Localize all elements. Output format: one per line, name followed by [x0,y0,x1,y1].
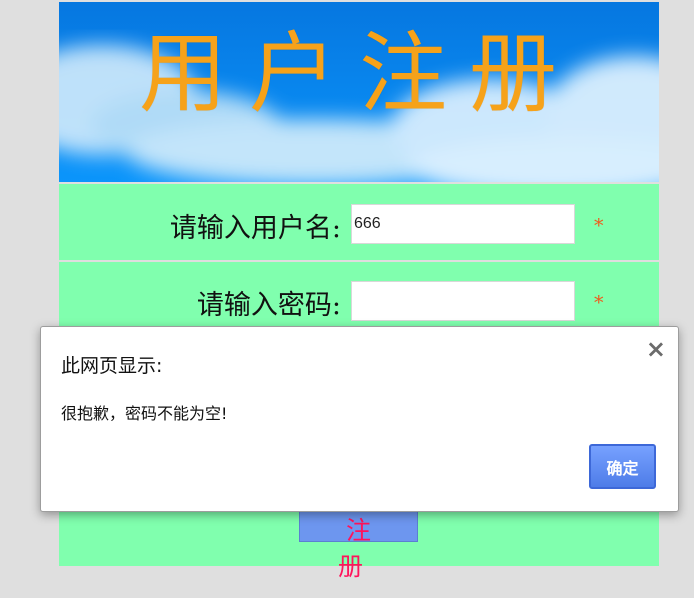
username-label: 请输入用户名: [169,213,341,244]
username-input[interactable] [351,204,575,244]
page: 用户注册 请输入用户名: * 请输入密码: * 注 册 此网页显示: × 很抱歉… [0,0,694,598]
password-input[interactable] [351,281,575,321]
registration-banner: 用户注册 [59,2,659,182]
username-row: 请输入用户名: * [59,184,659,262]
dialog-title: 此网页显示: [61,355,163,377]
ok-button[interactable]: 确定 [589,444,656,489]
browser-alert-dialog: 此网页显示: × 很抱歉，密码不能为空! 确定 [40,326,679,512]
registration-title: 用户注册 [138,22,579,125]
register-button[interactable]: 注 册 [299,510,418,581]
close-icon[interactable]: × [646,335,666,363]
username-required-mark: * [594,215,604,237]
password-required-mark: * [594,292,604,314]
password-label: 请输入密码: [196,290,341,321]
dialog-message: 很抱歉，密码不能为空! [61,404,228,423]
